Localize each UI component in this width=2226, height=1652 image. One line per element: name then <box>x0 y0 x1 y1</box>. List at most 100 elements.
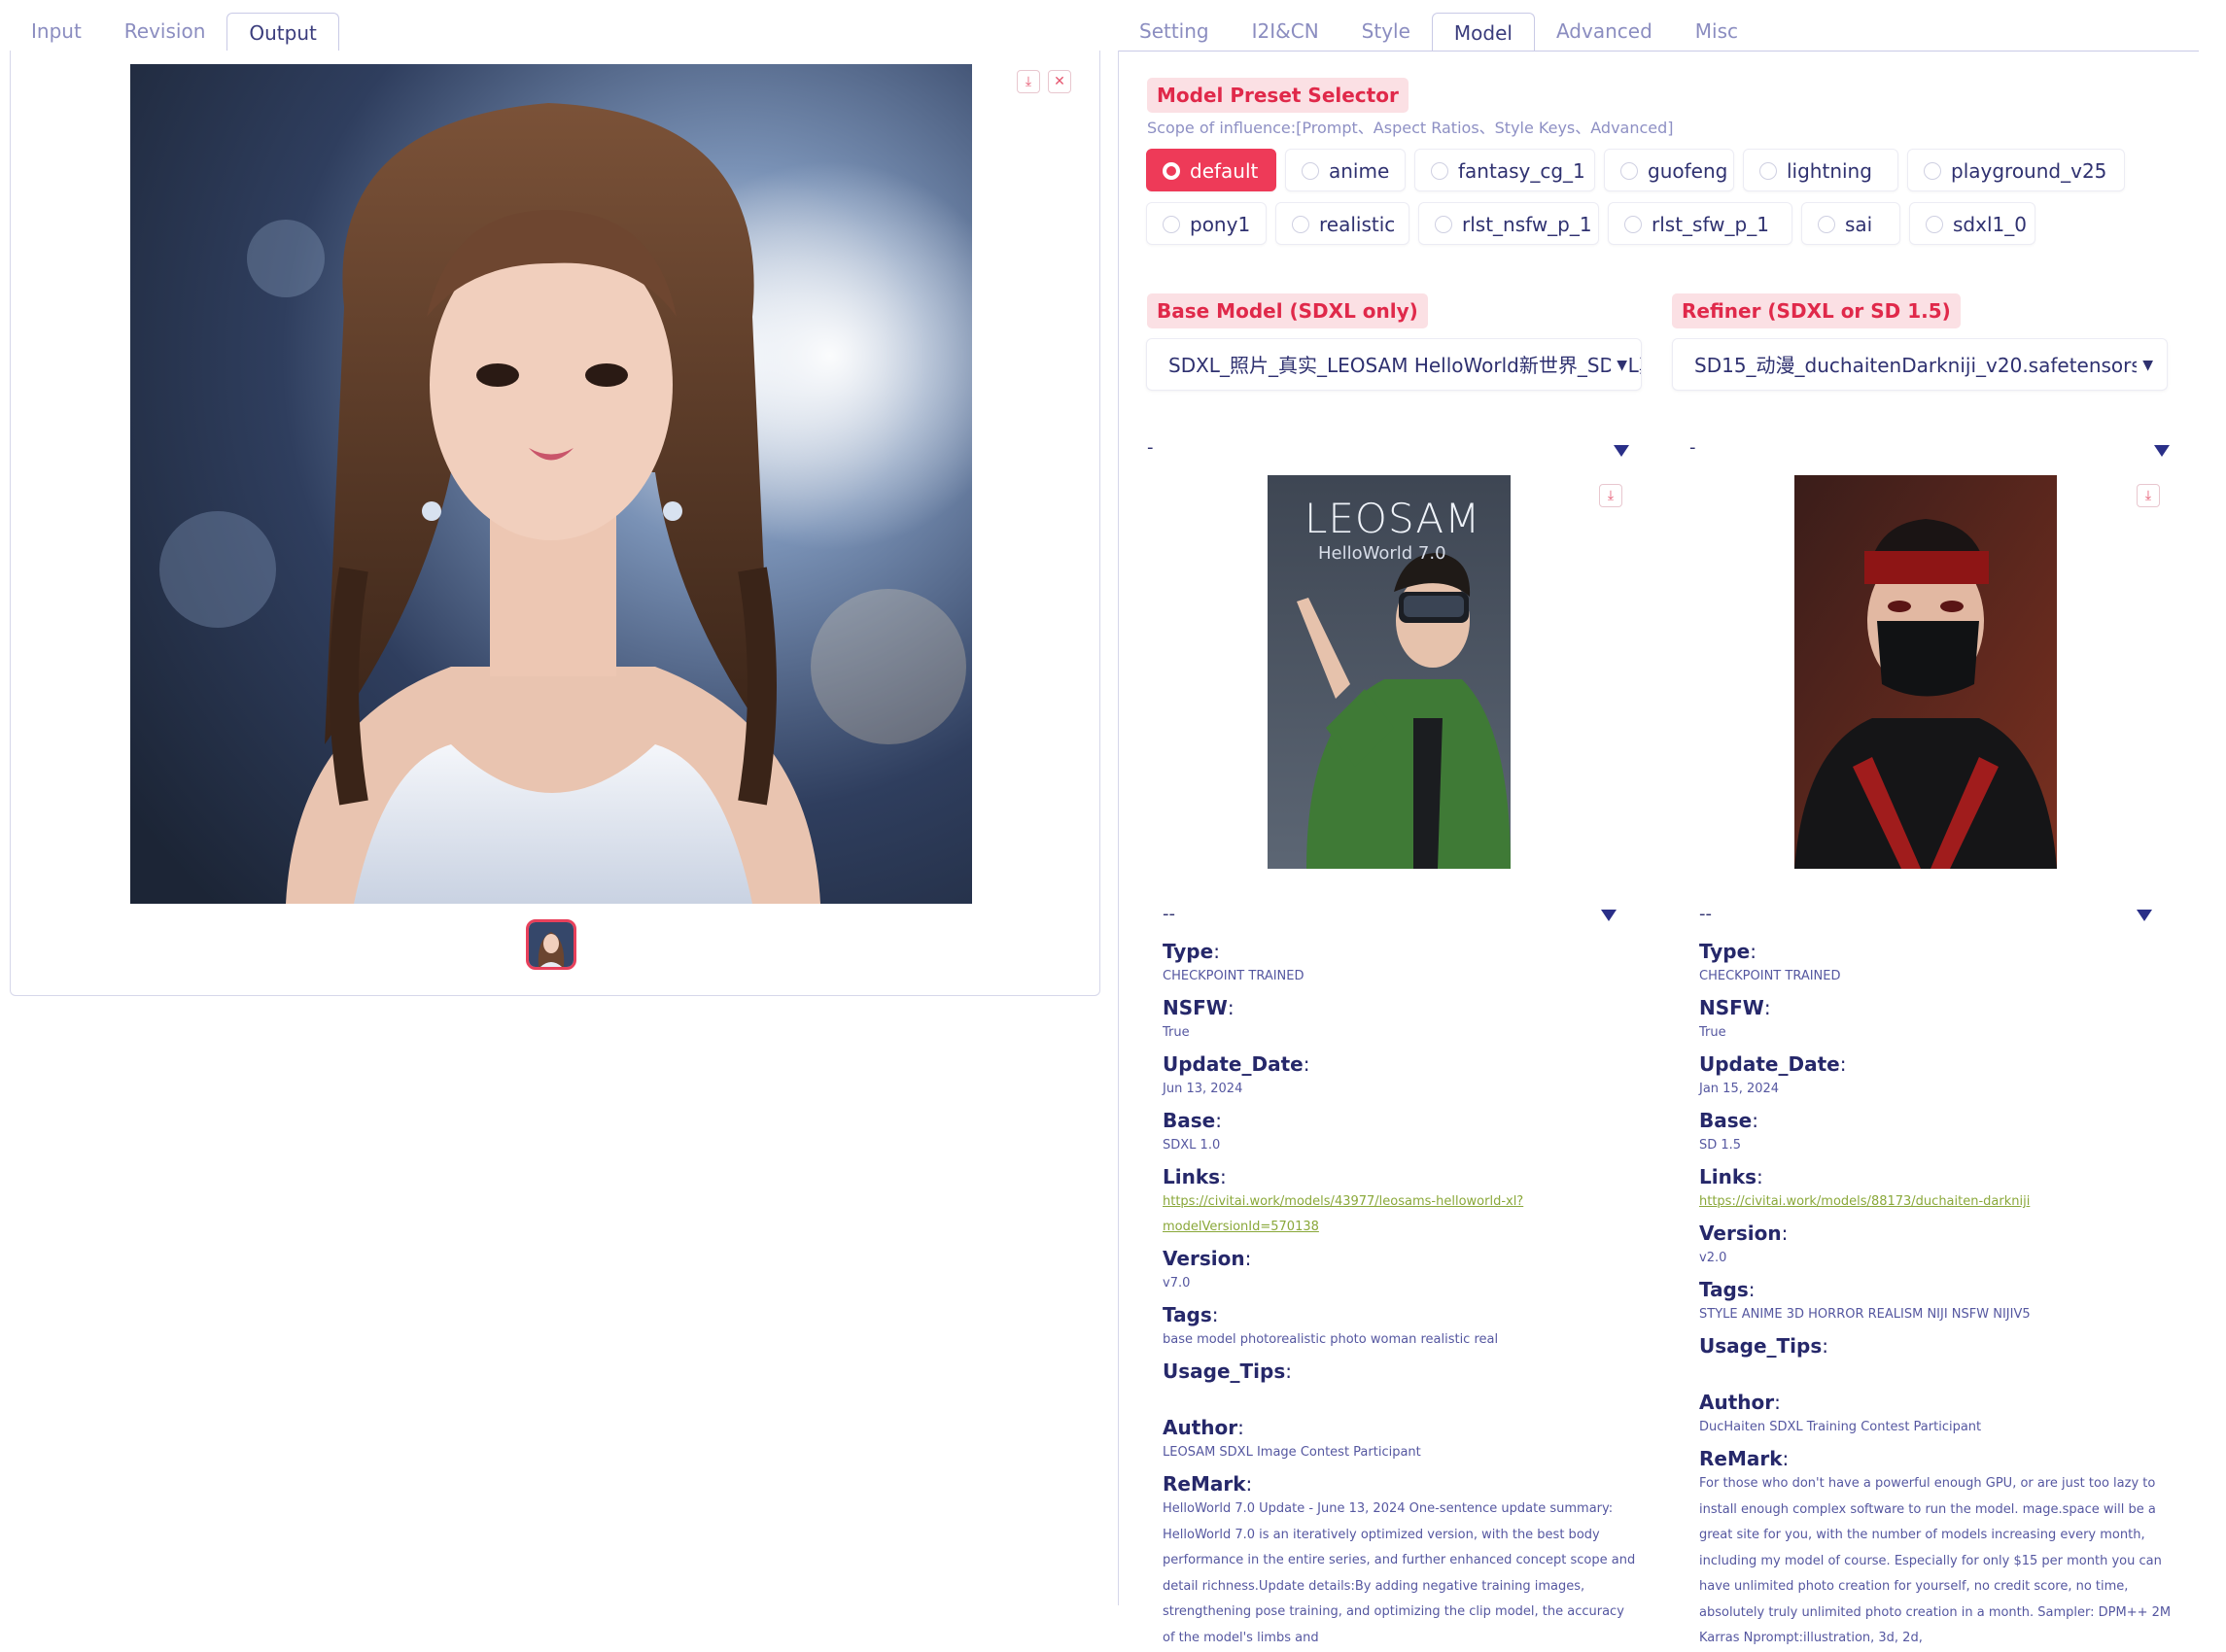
preset-option-anime[interactable]: anime <box>1285 149 1406 191</box>
tab-model[interactable]: Model <box>1431 13 1535 52</box>
refiner-dropdown[interactable]: SD15_动漫_duchaitenDarkniji_v20.safetensor… <box>1672 338 2168 391</box>
refiner-card-title: - <box>1689 437 1696 458</box>
info-key: Tags: <box>1163 1303 1219 1326</box>
tab-setting[interactable]: Setting <box>1118 12 1231 51</box>
info-key-label: Base <box>1699 1109 1753 1132</box>
model-preset-title: Model Preset Selector <box>1147 78 1409 113</box>
tab-advanced[interactable]: Advanced <box>1535 12 1674 51</box>
output-thumbnail[interactable] <box>526 919 576 970</box>
tab-style[interactable]: Style <box>1340 12 1432 51</box>
info-key-label: NSFW <box>1699 996 1764 1019</box>
refiner-card-toggle-icon[interactable] <box>2154 445 2170 457</box>
info-version: v2.0 <box>1699 1251 1727 1265</box>
preset-option-default[interactable]: default <box>1146 149 1276 191</box>
info-key-label: Author <box>1699 1391 1775 1414</box>
info-usage <box>1163 1384 1639 1409</box>
tab-input[interactable]: Input <box>10 12 103 51</box>
info-key-label: Usage_Tips <box>1163 1359 1286 1383</box>
radio-icon <box>1431 162 1448 180</box>
preset-option-label: default <box>1190 159 1259 183</box>
tab-revision[interactable]: Revision <box>103 12 227 51</box>
chevron-down-icon: ▼ <box>1611 339 1627 390</box>
radio-icon <box>1292 216 1309 233</box>
model-link[interactable]: https://civitai.work/models/88173/duchai… <box>1699 1194 2030 1209</box>
info-base: SD 1.5 <box>1699 1138 1742 1153</box>
info-key: Version: <box>1699 1222 1789 1245</box>
info-key: Usage_Tips: <box>1163 1359 1292 1383</box>
base-model-card-toggle-icon[interactable] <box>1614 445 1629 457</box>
poster-title: LEOSAM <box>1304 495 1481 542</box>
preset-option-pony1[interactable]: pony1 <box>1146 202 1267 245</box>
tab-i2i-cn[interactable]: I2I&CN <box>1231 12 1340 51</box>
refiner-preview-image <box>1794 475 2057 869</box>
poster-subtitle: HelloWorld 7.0 <box>1318 543 1446 564</box>
preset-option-label: rlst_nsfw_p_1 <box>1462 213 1592 236</box>
info-tags: STYLE ANIME 3D HORROR REALISM NIJI NSFW … <box>1699 1307 2031 1322</box>
info-update-date: Jun 13, 2024 <box>1163 1082 1243 1096</box>
preset-option-sdxl1-0[interactable]: sdxl1_0 <box>1909 202 2035 245</box>
info-key-label: Update_Date <box>1163 1052 1304 1076</box>
info-key-label: Version <box>1163 1247 1245 1270</box>
info-version: v7.0 <box>1163 1276 1191 1291</box>
info-remark: For those who don't have a powerful enou… <box>1699 1476 2172 1645</box>
preset-option-label: rlst_sfw_p_1 <box>1652 213 1769 236</box>
info-key-label: ReMark <box>1163 1472 1246 1496</box>
preset-option-label: pony1 <box>1190 213 1251 236</box>
preset-option-label: fantasy_cg_1 <box>1458 159 1585 183</box>
info-type: CHECKPOINT TRAINED <box>1163 969 1304 983</box>
radio-icon <box>1302 162 1319 180</box>
info-links: https://civitai.work/models/43977/leosam… <box>1163 1189 1639 1240</box>
thumbnail-image <box>529 922 574 967</box>
download-icon[interactable]: ⤓ <box>1017 70 1040 93</box>
model-link[interactable]: https://civitai.work/models/43977/leosam… <box>1163 1194 1523 1209</box>
preset-option-label: sai <box>1845 213 1873 236</box>
preset-option-rlst-nsfw-p-1[interactable]: rlst_nsfw_p_1 <box>1418 202 1599 245</box>
preset-option-playground-v25[interactable]: playground_v25 <box>1907 149 2125 191</box>
preset-option-label: playground_v25 <box>1951 159 2107 183</box>
output-image[interactable] <box>130 64 972 904</box>
preset-option-sai[interactable]: sai <box>1801 202 1900 245</box>
info-key: Tags: <box>1699 1278 1756 1301</box>
radio-icon <box>1759 162 1777 180</box>
right-tab-bar: Setting I2I&CN Style Model Advanced Misc <box>1118 12 1759 52</box>
info-key: Type: <box>1163 940 1220 963</box>
left-tab-bar: Input Revision Output <box>10 12 339 52</box>
info-key: ReMark: <box>1699 1447 1790 1470</box>
base-model-dropdown[interactable]: SDXL_照片_真实_LEOSAM HelloWorld新世界_SDXL真实摄影… <box>1146 338 1642 391</box>
info-type: CHECKPOINT TRAINED <box>1699 969 1841 983</box>
info-base: SDXL 1.0 <box>1163 1138 1221 1153</box>
base-model-info: Type: CHECKPOINT TRAINED NSFW: True Upda… <box>1163 933 1639 1651</box>
tab-misc[interactable]: Misc <box>1674 12 1759 51</box>
info-key: Update_Date: <box>1163 1052 1310 1076</box>
base-model-preview-image: LEOSAM HelloWorld 7.0 <box>1268 475 1511 869</box>
model-link-cont[interactable]: modelVersionId=570138 <box>1163 1220 1319 1234</box>
refiner-download-icon[interactable]: ⤓ <box>2137 484 2160 507</box>
refiner-info-toggle-icon[interactable] <box>2137 910 2152 921</box>
preset-option-guofeng[interactable]: guofeng <box>1604 149 1734 191</box>
info-author: LEOSAM SDXL Image Contest Participant <box>1163 1445 1421 1460</box>
info-nsfw: True <box>1699 1025 1726 1040</box>
info-key: Update_Date: <box>1699 1052 1847 1076</box>
info-nsfw: True <box>1163 1025 1190 1040</box>
base-model-card-title: - <box>1147 437 1154 458</box>
info-key-label: NSFW <box>1163 996 1228 1019</box>
radio-icon <box>1924 162 1941 180</box>
refiner-info: Type: CHECKPOINT TRAINED NSFW: True Upda… <box>1699 933 2175 1652</box>
radio-icon <box>1163 162 1180 180</box>
close-icon[interactable]: ✕ <box>1048 70 1071 93</box>
radio-icon <box>1818 216 1835 233</box>
info-key: Base: <box>1163 1109 1222 1132</box>
preset-option-fantasy-cg-1[interactable]: fantasy_cg_1 <box>1414 149 1595 191</box>
preset-option-realistic[interactable]: realistic <box>1275 202 1409 245</box>
refiner-poster <box>1794 475 2057 869</box>
info-key: Author: <box>1699 1391 1781 1414</box>
base-model-download-icon[interactable]: ⤓ <box>1599 484 1622 507</box>
preset-option-lightning[interactable]: lightning <box>1743 149 1898 191</box>
info-tags: base model photorealistic photo woman re… <box>1163 1332 1499 1347</box>
base-model-info-toggle-icon[interactable] <box>1601 910 1617 921</box>
radio-icon <box>1620 162 1638 180</box>
preset-option-rlst-sfw-p-1[interactable]: rlst_sfw_p_1 <box>1608 202 1792 245</box>
info-key-label: ReMark <box>1699 1447 1783 1470</box>
info-key-label: Tags <box>1699 1278 1749 1301</box>
tab-output[interactable]: Output <box>226 13 339 52</box>
